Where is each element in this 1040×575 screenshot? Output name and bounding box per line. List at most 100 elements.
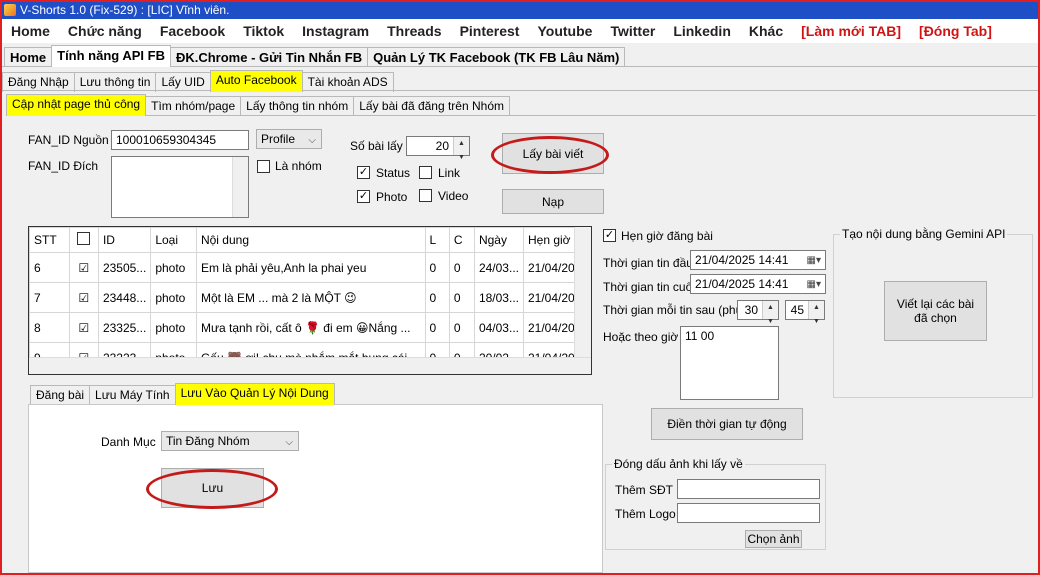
table-row[interactable]: 7 ☑ 23448... photo Một là EM ... mà 2 là… xyxy=(29,282,591,313)
rewrite-posts-button[interactable]: Viết lại các bài đã chọn xyxy=(884,281,987,341)
menu-tiktok[interactable]: Tiktok xyxy=(234,23,293,39)
chevron-down-icon: ⌵ xyxy=(285,437,293,448)
tab-auto-facebook[interactable]: Auto Facebook xyxy=(209,70,303,92)
menu-youtube[interactable]: Youtube xyxy=(528,23,601,39)
tab-login[interactable]: Đăng Nhập xyxy=(2,72,75,92)
schedule-checkbox[interactable]: ✓ xyxy=(603,229,616,242)
menu-pinterest[interactable]: Pinterest xyxy=(451,23,529,39)
logo-input[interactable] xyxy=(677,503,820,523)
tab-save-info[interactable]: Lưu thông tin xyxy=(73,72,157,92)
logo-label: Thêm Logo xyxy=(615,507,676,521)
is-group-checkbox[interactable] xyxy=(257,160,270,173)
start-time-label: Thời gian tin đầu xyxy=(603,256,693,270)
cell-type: photo xyxy=(150,312,197,343)
interval-max-value: 45 xyxy=(790,303,804,317)
end-time-picker[interactable]: 21/04/2025 14:41 ▦▾ xyxy=(690,274,826,294)
col-comments[interactable]: C xyxy=(448,227,475,253)
select-all-checkbox[interactable] xyxy=(77,232,91,245)
start-time-picker[interactable]: 21/04/2025 14:41 ▦▾ xyxy=(690,250,826,270)
tab-save-content-manager[interactable]: Lưu Vào Quản Lý Nội Dung xyxy=(174,383,335,405)
cell-comments: 0 xyxy=(448,282,475,313)
window-title: V-Shorts 1.0 (Fix-529) : [LIC] Vĩnh viên… xyxy=(20,2,230,17)
table-vertical-scrollbar[interactable] xyxy=(574,227,591,358)
fan-id-dest-textarea[interactable] xyxy=(111,156,249,218)
cell-comments: 0 xyxy=(448,312,475,343)
get-posts-button[interactable]: Lấy bài viết xyxy=(502,133,604,174)
chevron-down-icon: ⌵ xyxy=(308,135,316,146)
profile-select[interactable]: Profile ⌵ xyxy=(256,129,322,149)
time-list-textarea[interactable]: 11 00 xyxy=(680,326,779,400)
tab-group-posts[interactable]: Lấy bài đã đăng trên Nhóm xyxy=(353,96,510,116)
load-button[interactable]: Nạp xyxy=(502,189,604,214)
col-type[interactable]: Loại xyxy=(150,227,197,253)
save-button[interactable]: Lưu xyxy=(161,468,264,508)
gemini-group-title: Tạo nội dung bằng Gemini API xyxy=(840,227,1008,241)
category-select[interactable]: Tin Đăng Nhóm ⌵ xyxy=(161,431,299,451)
spinner-arrows-icon[interactable]: ▲ ▼ xyxy=(808,301,824,325)
status-checkbox[interactable]: ✓ xyxy=(357,166,370,179)
col-stt[interactable]: STT xyxy=(29,227,70,253)
tab-chrome-message[interactable]: ĐK.Chrome - Gửi Tin Nhắn FB xyxy=(169,47,369,67)
col-id[interactable]: ID xyxy=(97,227,152,253)
fan-id-source-input[interactable]: 100010659304345 xyxy=(111,130,249,150)
menu-home[interactable]: Home xyxy=(2,23,59,39)
cell-checkbox[interactable]: ☑ xyxy=(68,282,99,313)
cell-stt: 6 xyxy=(29,252,70,283)
tab-ads-account[interactable]: Tài khoản ADS xyxy=(301,72,394,92)
tab-fb-account-manager[interactable]: Quản Lý TK Facebook (TK FB Lâu Năm) xyxy=(367,47,626,67)
choose-image-button[interactable]: Chọn ảnh xyxy=(745,530,802,548)
cell-date: 24/03... xyxy=(473,252,524,283)
photo-label: Photo xyxy=(376,190,408,204)
video-label: Video xyxy=(438,189,469,203)
status-label: Status xyxy=(376,166,411,180)
cell-id: 23448... xyxy=(97,282,152,313)
interval-min-spinner[interactable]: 30 ▲ ▼ xyxy=(737,300,779,325)
menu-close-tab[interactable]: [Đóng Tab] xyxy=(910,23,1001,39)
end-time-value: 21/04/2025 14:41 xyxy=(695,277,789,291)
calendar-icon[interactable]: ▦▾ xyxy=(807,278,821,292)
tab-save-computer[interactable]: Lưu Máy Tính xyxy=(89,385,176,405)
col-date[interactable]: Ngày xyxy=(473,227,524,253)
tab-get-uid[interactable]: Lấy UID xyxy=(155,72,211,92)
fan-id-dest-label: FAN_ID Đích xyxy=(28,159,99,173)
bottom-tab-panel xyxy=(28,404,603,573)
menu-instagram[interactable]: Instagram xyxy=(293,23,378,39)
menu-facebook[interactable]: Facebook xyxy=(151,23,234,39)
fan-id-source-label: FAN_ID Nguồn xyxy=(28,133,109,147)
table-row[interactable]: 6 ☑ 23505... photo Em là phải yêu,Anh la… xyxy=(29,252,591,283)
phone-input[interactable] xyxy=(677,479,820,499)
interval-max-spinner[interactable]: 45 ▲ ▼ xyxy=(785,300,825,325)
link-checkbox[interactable] xyxy=(419,166,432,179)
auto-fill-time-button[interactable]: Điền thời gian tự động xyxy=(651,408,803,440)
post-count-spinner[interactable]: 20 ▲ ▼ xyxy=(406,136,470,161)
cell-checkbox[interactable]: ☑ xyxy=(68,252,99,283)
menu-threads[interactable]: Threads xyxy=(378,23,450,39)
menu-functions[interactable]: Chức năng xyxy=(59,23,151,39)
col-likes[interactable]: L xyxy=(424,227,450,253)
tab-post[interactable]: Đăng bài xyxy=(30,385,91,405)
textarea-scrollbar[interactable] xyxy=(232,157,248,217)
tab-manual-page-update[interactable]: Cập nhật page thủ công xyxy=(6,94,147,116)
menu-linkedin[interactable]: Linkedin xyxy=(664,23,740,39)
cell-checkbox[interactable]: ☑ xyxy=(68,312,99,343)
table-horizontal-scrollbar[interactable] xyxy=(29,357,591,374)
menu-other[interactable]: Khác xyxy=(740,23,792,39)
menu-refresh-tab[interactable]: [Làm mới TAB] xyxy=(792,23,910,39)
spinner-arrows-icon[interactable]: ▲ ▼ xyxy=(762,301,778,325)
col-content[interactable]: Nội dung xyxy=(195,227,426,253)
posts-table: STT ID Loại Nội dung L C Ngày Hẹn giờ đ … xyxy=(28,226,592,375)
cell-date: 18/03... xyxy=(473,282,524,313)
tab-find-group-page[interactable]: Tìm nhóm/page xyxy=(145,96,242,116)
tab-home[interactable]: Home xyxy=(4,47,53,67)
photo-checkbox[interactable]: ✓ xyxy=(357,190,370,203)
spinner-arrows-icon[interactable]: ▲ ▼ xyxy=(453,137,469,161)
video-checkbox[interactable] xyxy=(419,189,432,202)
menu-twitter[interactable]: Twitter xyxy=(601,23,664,39)
col-select[interactable] xyxy=(68,227,99,253)
tab-group-info[interactable]: Lấy thông tin nhóm xyxy=(240,96,355,116)
calendar-icon[interactable]: ▦▾ xyxy=(807,254,821,268)
table-row[interactable]: 8 ☑ 23325... photo Mưa tạnh rồi, cất ô 🌹… xyxy=(29,312,591,343)
tab-api-fb[interactable]: Tính năng API FB xyxy=(51,45,171,67)
category-select-value: Tin Đăng Nhóm xyxy=(166,434,250,448)
or-time-label: Hoặc theo giờ xyxy=(603,330,679,344)
